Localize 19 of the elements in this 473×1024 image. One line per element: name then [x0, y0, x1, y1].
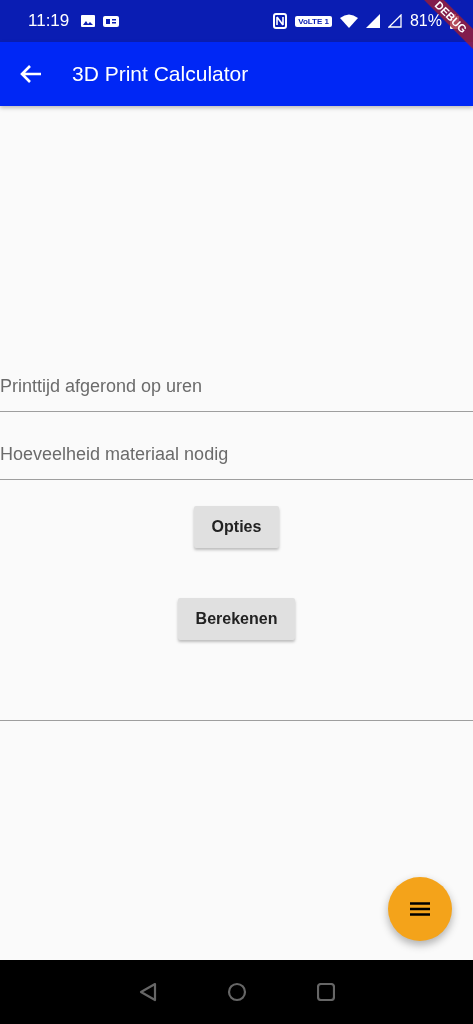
nfc-icon [273, 13, 288, 29]
text-field[interactable]: Hoeveelheid materiaal nodig [0, 422, 473, 480]
back-icon[interactable] [138, 982, 157, 1002]
status-time: 11:19 [28, 11, 70, 31]
home-icon[interactable] [226, 982, 247, 1002]
menu-fab[interactable] [388, 877, 452, 941]
back-arrow-icon[interactable] [20, 64, 42, 84]
text-field[interactable]: Printtijd afgerond op uren [0, 354, 473, 412]
wifi-icon [339, 14, 358, 28]
signal-icon [365, 14, 380, 28]
action-button[interactable]: Opties [193, 506, 280, 548]
recents-icon[interactable] [316, 983, 335, 1001]
card-icon [103, 15, 120, 27]
image-icon [81, 15, 96, 27]
menu-icon [410, 902, 430, 916]
volte-badge: VoLTE 1 [295, 15, 332, 27]
action-button[interactable]: Berekenen [177, 598, 296, 640]
signal-icon [387, 14, 402, 28]
app-title: 3D Print Calculator [72, 62, 249, 86]
